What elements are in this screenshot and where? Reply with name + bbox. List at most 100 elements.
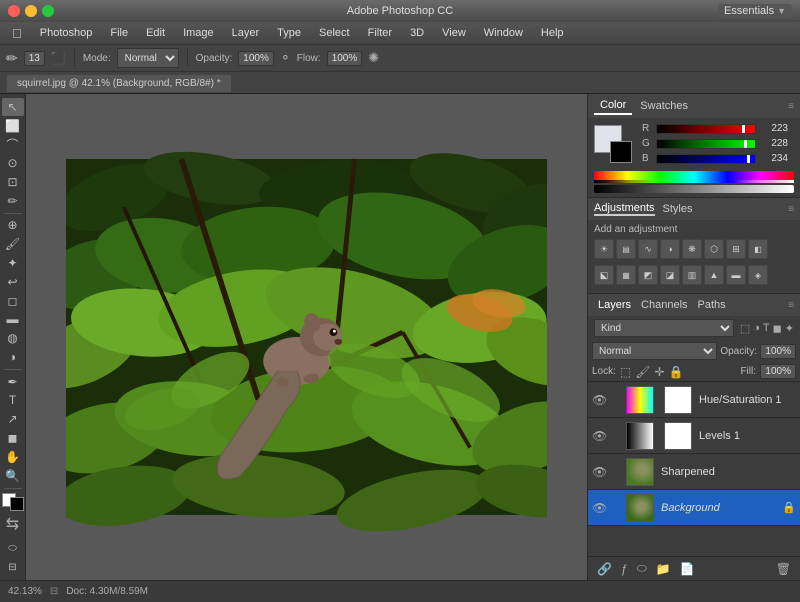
blur-tool[interactable]: ◍ [2, 329, 24, 347]
fg-bg-swatches[interactable] [594, 125, 632, 163]
pixel-filter-icon[interactable]: ⬚ [740, 322, 750, 335]
move-tool[interactable]: ↖ [2, 98, 24, 116]
kind-filter-select[interactable]: Kind [594, 319, 734, 337]
channels-tab[interactable]: Channels [637, 297, 691, 313]
shape-tool[interactable]: ◼ [2, 429, 24, 447]
text-tool[interactable]: T [2, 392, 24, 410]
color-panel-close[interactable]: ≡ [788, 101, 794, 112]
type-filter-icon[interactable]: T [763, 322, 770, 335]
apple-menu[interactable]:  [4, 26, 30, 41]
selective-color-btn[interactable]: ◈ [748, 265, 768, 285]
fill-value-display[interactable]: 100% [760, 364, 796, 379]
g-slider[interactable] [656, 139, 756, 149]
menu-type[interactable]: Type [269, 25, 309, 41]
menu-photoshop[interactable]: Photoshop [32, 25, 101, 41]
menu-view[interactable]: View [434, 25, 474, 41]
zoom-icon[interactable]: ⊟ [50, 586, 58, 597]
image-canvas[interactable] [66, 114, 547, 560]
hand-tool[interactable]: ✋ [2, 448, 24, 466]
paths-tab[interactable]: Paths [694, 297, 730, 313]
menu-image[interactable]: Image [175, 25, 222, 41]
dodge-tool[interactable]: ◑ [2, 348, 24, 366]
layer-item-background[interactable]: 👁 Background 🔒 [588, 490, 800, 526]
add-mask-btn[interactable]: ⬭ [634, 560, 650, 577]
layer-visibility-huesat[interactable]: 👁 [592, 393, 606, 407]
menu-file[interactable]: File [102, 25, 136, 41]
shape-filter-icon[interactable]: ◼ [773, 322, 782, 335]
exposure-btn[interactable]: ◑ [660, 239, 680, 259]
lasso-tool[interactable]: ⌒ [2, 136, 24, 154]
layer-visibility-sharpened[interactable]: 👁 [592, 465, 606, 479]
layers-panel-close[interactable]: ≡ [788, 300, 794, 311]
lock-transparent-icon[interactable]: ⬚ [620, 365, 631, 379]
layer-visibility-levels[interactable]: 👁 [592, 429, 606, 443]
menu-help[interactable]: Help [533, 25, 572, 41]
menu-filter[interactable]: Filter [360, 25, 400, 41]
traffic-lights[interactable] [8, 5, 54, 17]
vibrance-btn[interactable]: ❋ [682, 239, 702, 259]
stamp-tool[interactable]: ✦ [2, 254, 24, 272]
new-group-btn[interactable]: 📁 [653, 561, 674, 577]
stylus-pressure-icon[interactable]: ✺ [368, 50, 379, 66]
smart-filter-icon[interactable]: ✦ [785, 322, 794, 335]
delete-layer-btn[interactable]: 🗑 [773, 561, 794, 577]
color-balance-btn[interactable]: ⊞ [726, 239, 746, 259]
color-tab[interactable]: Color [594, 97, 632, 115]
lock-pixels-icon[interactable]: 🖌 [635, 365, 650, 379]
menu-layer[interactable]: Layer [224, 25, 268, 41]
invert-btn[interactable]: ◪ [660, 265, 680, 285]
swatches-tab[interactable]: Swatches [634, 98, 694, 114]
threshold-btn[interactable]: ▲ [704, 265, 724, 285]
menu-edit[interactable]: Edit [138, 25, 173, 41]
path-tool[interactable]: ↗ [2, 410, 24, 428]
eyedropper-tool[interactable]: ✏ [2, 192, 24, 210]
marquee-tool[interactable]: ⬜ [2, 117, 24, 135]
add-style-btn[interactable]: ƒ [618, 561, 631, 577]
adjustments-tab[interactable]: Adjustments [594, 202, 655, 216]
curves-btn[interactable]: ∿ [638, 239, 658, 259]
brush-tool[interactable]: 🖌 [2, 235, 24, 253]
layer-item-levels[interactable]: 👁 Levels 1 [588, 418, 800, 454]
menu-window[interactable]: Window [476, 25, 531, 41]
layer-item-sharpened[interactable]: 👁 Sharpened [588, 454, 800, 490]
channel-mixer-btn[interactable]: ▦ [616, 265, 636, 285]
airbrush-icon[interactable]: ⚬ [280, 50, 291, 66]
blend-mode-select[interactable]: Normal [592, 342, 717, 360]
layer-item-huesat[interactable]: 👁 Hue/Saturation 1 [588, 382, 800, 418]
menu-3d[interactable]: 3D [402, 25, 432, 41]
crop-tool[interactable]: ⊡ [2, 173, 24, 191]
background-swatch[interactable] [610, 141, 632, 163]
eraser-tool[interactable]: ◻ [2, 292, 24, 310]
lock-position-icon[interactable]: ✛ [654, 365, 664, 379]
brightness-contrast-btn[interactable]: ☀ [594, 239, 614, 259]
layer-visibility-background[interactable]: 👁 [592, 501, 606, 515]
quick-select-tool[interactable]: ⊙ [2, 154, 24, 172]
adj-panel-close[interactable]: ≡ [788, 204, 794, 215]
workspace-selector[interactable]: Essentials ▼ [718, 4, 792, 18]
quick-mask-btn[interactable]: ⬭ [2, 539, 24, 557]
opacity-value-display[interactable]: 100% [760, 344, 796, 359]
bw-btn[interactable]: ◧ [748, 239, 768, 259]
screen-mode-btn[interactable]: ⊟ [2, 558, 24, 576]
color-swatches[interactable] [2, 493, 24, 511]
levels-btn[interactable]: ▤ [616, 239, 636, 259]
maximize-button[interactable] [42, 5, 54, 17]
link-layers-btn[interactable]: 🔗 [594, 561, 615, 577]
background-color[interactable] [10, 497, 24, 511]
spectrum-bar[interactable] [594, 171, 794, 183]
gradient-map-btn[interactable]: ▬ [726, 265, 746, 285]
lock-all-icon[interactable]: 🔒 [669, 365, 684, 379]
close-button[interactable] [8, 5, 20, 17]
r-slider[interactable] [656, 124, 756, 134]
mode-select[interactable]: Normal Multiply Screen [117, 48, 179, 68]
history-tool[interactable]: ↩ [2, 273, 24, 291]
pen-tool[interactable]: ✒ [2, 373, 24, 391]
color-lookup-btn[interactable]: ◩ [638, 265, 658, 285]
hue-sat-adj-btn[interactable]: ⬡ [704, 239, 724, 259]
gradient-tool[interactable]: ▬ [2, 311, 24, 329]
b-slider[interactable] [656, 154, 756, 164]
layers-tab[interactable]: Layers [594, 297, 635, 313]
styles-tab[interactable]: Styles [663, 203, 693, 215]
grayscale-bar[interactable] [594, 185, 794, 193]
posterize-btn[interactable]: ▥ [682, 265, 702, 285]
